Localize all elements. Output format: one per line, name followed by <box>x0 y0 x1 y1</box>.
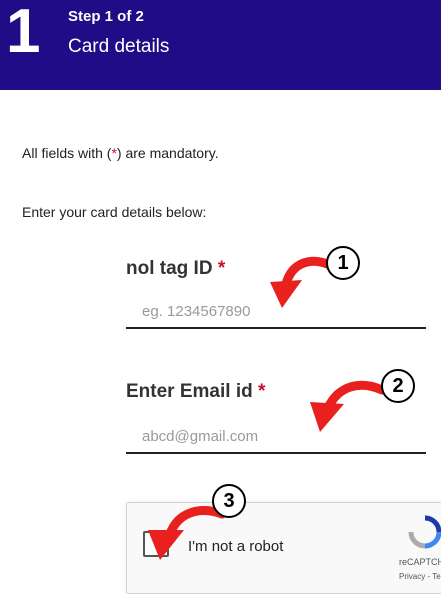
nol-tag-label-text: nol tag ID <box>126 258 213 279</box>
annotation-marker-3: 3 <box>212 484 246 518</box>
email-label: Enter Email id * <box>126 381 265 403</box>
instructions-text: Enter your card details below: <box>22 204 207 220</box>
step-label: Step 1 of 2 <box>68 8 144 25</box>
recaptcha-checkbox[interactable] <box>143 531 169 557</box>
nol-tag-label: nol tag ID * <box>126 258 225 280</box>
recaptcha-widget: I'm not a robot reCAPTCHA Privacy - Term… <box>126 502 441 594</box>
email-label-text: Enter Email id <box>126 381 253 402</box>
mandatory-note: All fields with (*) are mandatory. <box>22 145 219 161</box>
nol-tag-input[interactable] <box>126 295 426 329</box>
recaptcha-brand: reCAPTCHA <box>399 557 441 567</box>
email-required-mark: * <box>257 381 266 402</box>
mandatory-note-prefix: All fields with ( <box>22 145 112 161</box>
recaptcha-privacy-terms[interactable]: Privacy - Terms <box>399 572 441 581</box>
nol-tag-required-mark: * <box>217 258 226 279</box>
mandatory-note-suffix: ) are mandatory. <box>116 145 219 161</box>
annotation-marker-1: 1 <box>326 246 360 280</box>
header-bar: 1 Step 1 of 2 Card details <box>0 0 441 90</box>
email-input[interactable] <box>126 420 426 454</box>
recaptcha-logo-icon <box>408 515 441 549</box>
page-title: Card details <box>68 36 170 57</box>
annotation-marker-2: 2 <box>381 369 415 403</box>
recaptcha-label: I'm not a robot <box>188 538 284 555</box>
step-number: 1 <box>6 0 41 66</box>
